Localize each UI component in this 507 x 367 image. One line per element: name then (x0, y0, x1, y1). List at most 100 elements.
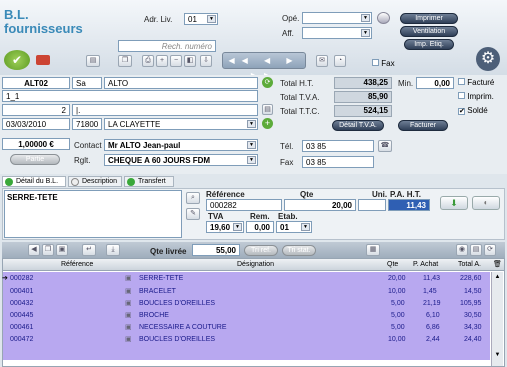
rem-field[interactable]: 0,00 (246, 221, 274, 233)
filter-icon[interactable]: ▦ (366, 244, 380, 256)
pa-field[interactable]: 11,43 (388, 199, 430, 211)
gear-icon[interactable]: ⚙ (476, 47, 500, 71)
paste-row-icon[interactable]: ▣ (56, 244, 68, 256)
date-field[interactable]: 03/03/2010 (2, 118, 70, 130)
first-row-icon[interactable]: ◀ (28, 244, 40, 256)
table-row[interactable]: 000401 ▣ BRACELET 10,00 1,45 14,50 (5, 286, 501, 297)
min-field[interactable]: 0,00 (416, 77, 454, 89)
print-icon[interactable]: ⎙ (142, 55, 154, 67)
product-icon[interactable]: ▣ (125, 322, 132, 333)
designation-textarea[interactable]: SERRE-TETE (4, 190, 182, 238)
phone-icon[interactable]: ☎ (378, 140, 392, 152)
product-icon[interactable]: ▣ (125, 298, 132, 309)
postcode-field[interactable]: 71800 (72, 118, 102, 130)
partie-button[interactable]: Partie (10, 154, 60, 165)
zoom-in-icon[interactable]: + (156, 55, 168, 67)
col-total-a[interactable]: Total A. (458, 259, 481, 271)
ref-field[interactable]: 000282 (206, 199, 282, 211)
supplier-abbr-field[interactable]: Sa (72, 77, 102, 89)
copy-row-icon[interactable]: ❐ (42, 244, 54, 256)
attach-icon[interactable]: ✉ (316, 55, 328, 67)
col-p-achat[interactable]: P. Achat (413, 259, 438, 271)
uni-field[interactable] (358, 199, 386, 211)
eraser-icon[interactable]: ◐ (472, 196, 500, 210)
chevron-down-icon[interactable]: ▼ (361, 29, 370, 37)
ope-select[interactable]: ▼ (302, 12, 372, 24)
table-row[interactable]: 000472 ▣ BOUCLES D'OREILLES 10,00 2,44 2… (5, 334, 501, 345)
city-field[interactable]: LA CLAYETTE ▼ (104, 118, 258, 130)
supplier-code-field[interactable]: ALT02 (2, 77, 70, 89)
supplier-name-field[interactable]: ALTO (104, 77, 258, 89)
adr-liv-select[interactable]: 01 ▼ (184, 13, 218, 25)
qte-field[interactable]: 20,00 (284, 199, 356, 211)
tri-ref-button[interactable]: Tri ref. (244, 245, 278, 256)
rglt-select[interactable]: CHEQUE A 60 JOURS FDM ▼ (104, 154, 258, 166)
facture-checkbox[interactable] (458, 78, 465, 85)
export-icon[interactable]: ⇩ (200, 55, 212, 67)
table-scrollbar[interactable]: ▲ ▼ (491, 272, 503, 366)
imprim-checkbox[interactable] (458, 92, 465, 99)
address-line1-field[interactable]: 1_1 (2, 90, 258, 102)
solde-checkbox[interactable]: ✔ (458, 108, 465, 115)
table-row[interactable]: 000461 ▣ NECESSAIRE A COUTURE 5,00 6,86 … (5, 322, 501, 333)
tel-field[interactable]: 03 85 (302, 140, 374, 152)
search-input[interactable]: Rech. numéro (118, 40, 216, 52)
edit-icon[interactable]: ✎ (186, 208, 200, 220)
cancel-icon[interactable] (36, 55, 50, 65)
insert-row-icon[interactable]: ↵ (82, 244, 96, 256)
add-icon[interactable]: + (262, 118, 273, 129)
col-reference[interactable]: Référence (61, 259, 93, 271)
trash-icon[interactable]: 🗑 (493, 259, 502, 271)
delete-row-icon[interactable]: ⤓ (106, 244, 120, 256)
product-icon[interactable]: ▣ (125, 273, 132, 284)
table-row[interactable]: 000432 ▣ BOUCLES D'OREILLES 5,00 21,19 1… (5, 298, 501, 309)
imprimer-button[interactable]: Imprimer (400, 13, 458, 24)
tab-description[interactable]: Description (68, 176, 122, 187)
sheet-icon[interactable]: ▤ (470, 244, 482, 256)
col-qte[interactable]: Qte (387, 259, 398, 271)
product-icon[interactable]: ▣ (125, 310, 132, 321)
fax-field[interactable]: 03 85 (302, 156, 374, 168)
validate-check-icon[interactable]: ✔ (4, 50, 30, 70)
down-arrow-icon[interactable]: ⬇ (440, 196, 468, 210)
new-doc-icon[interactable]: ▤ (86, 55, 100, 67)
settings-icon[interactable] (377, 12, 390, 24)
address-line2-field[interactable]: |. (72, 104, 258, 116)
refresh-grid-icon[interactable]: ⟳ (484, 244, 496, 256)
chevron-down-icon[interactable]: ▼ (301, 223, 310, 231)
ventilation-button[interactable]: Ventilation (400, 26, 458, 37)
chevron-down-icon[interactable]: ▼ (247, 141, 256, 149)
col-designation[interactable]: Désignation (237, 259, 274, 271)
chevron-down-icon[interactable]: ▼ (207, 15, 216, 23)
view-icon[interactable]: ◉ (456, 244, 468, 256)
zoom-out-icon[interactable]: − (170, 55, 182, 67)
scroll-up-icon[interactable]: ▲ (492, 272, 503, 282)
chevron-down-icon[interactable]: ▼ (233, 223, 242, 231)
rate-field[interactable]: 1,00000 € (2, 138, 70, 150)
copy-icon[interactable]: ❐ (118, 55, 132, 67)
chevron-down-icon[interactable]: ▼ (247, 120, 256, 128)
product-icon[interactable]: ▣ (125, 286, 132, 297)
search-icon[interactable]: ⌕ (186, 192, 200, 204)
etab-select[interactable]: 01 ▼ (276, 221, 312, 233)
aff-select[interactable]: ▼ (302, 27, 372, 39)
history-icon[interactable]: ◔ (334, 55, 346, 67)
address-num-field[interactable]: 2 (2, 104, 70, 116)
tri-stat-button[interactable]: Tri stat. (282, 245, 316, 256)
detail-tva-button[interactable]: Détail T.V.A. (332, 120, 384, 131)
table-row[interactable]: 000445 ▣ BROCHE 5,00 6,10 30,50 (5, 310, 501, 321)
refresh-icon[interactable]: ⟳ (262, 77, 273, 88)
record-navigator[interactable]: ◀◀ ◀ ▶ ▶▶ (222, 52, 306, 80)
product-icon[interactable]: ▣ (125, 334, 132, 345)
tab-detail[interactable]: Détail du B.L. (2, 176, 66, 187)
address-book-icon[interactable]: ▤ (262, 104, 273, 115)
imp-etiq-button[interactable]: Imp. Etiq. (404, 39, 454, 50)
table-row[interactable]: ➔ 000282 ▣ SERRE-TETE 20,00 11,43 228,60 (2, 273, 501, 284)
chevron-down-icon[interactable]: ▼ (361, 14, 370, 22)
tva-select[interactable]: 19,60 ▼ (206, 221, 244, 233)
fax-checkbox[interactable] (372, 59, 379, 66)
chevron-down-icon[interactable]: ▼ (247, 156, 256, 164)
preview-icon[interactable]: ◧ (184, 55, 196, 67)
tab-transfert[interactable]: Transfert (124, 176, 174, 187)
facturer-button[interactable]: Facturer (398, 120, 448, 131)
